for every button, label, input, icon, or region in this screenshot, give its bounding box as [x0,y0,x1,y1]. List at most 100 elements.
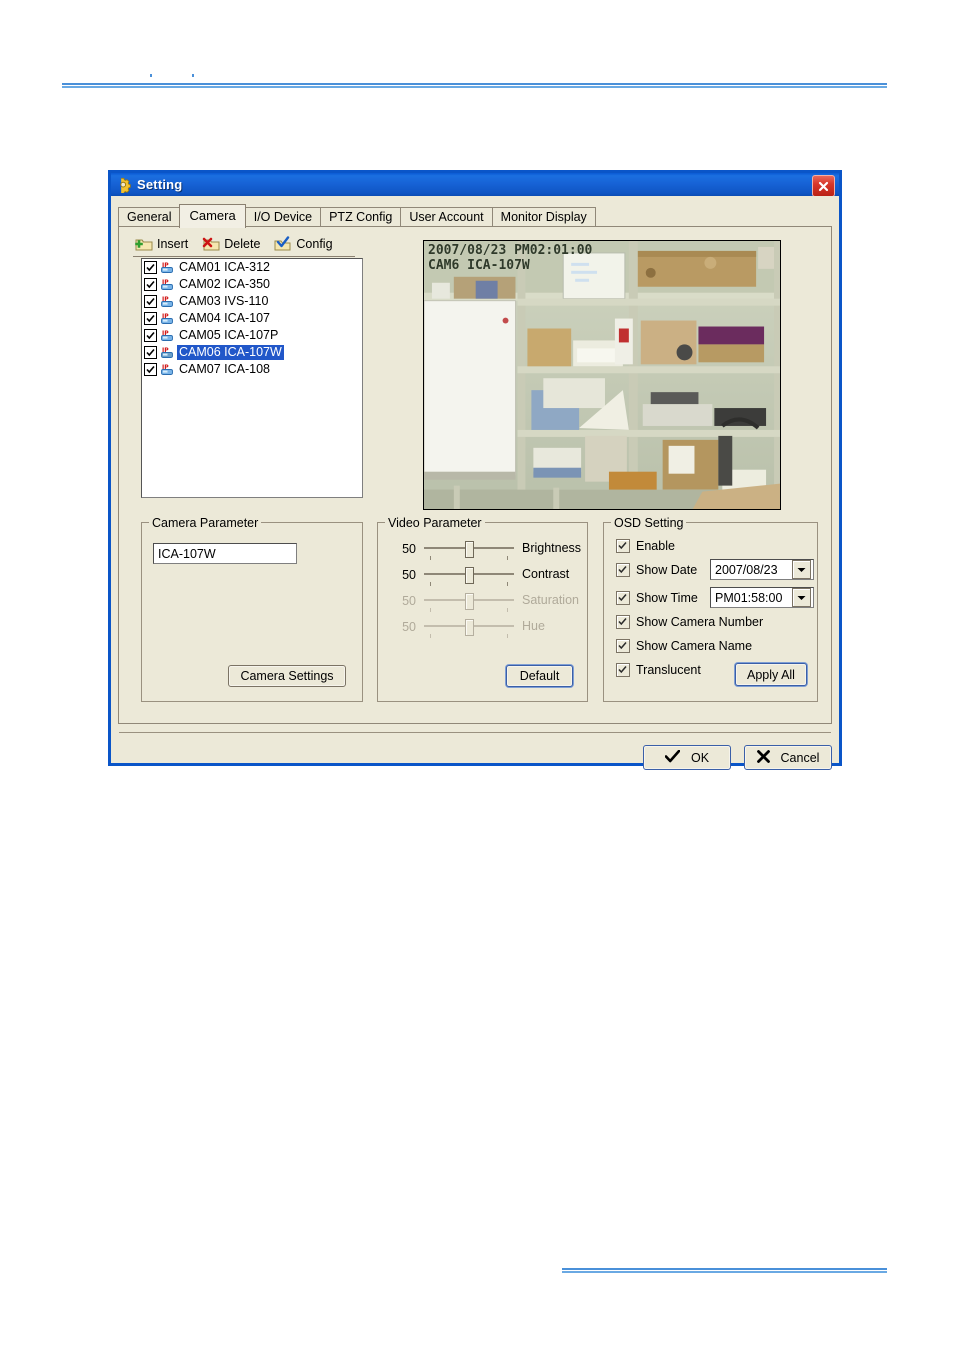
tab-general[interactable]: General [118,207,181,227]
saturation-slider-row: 50 Saturation [378,591,587,617]
hue-slider [424,617,514,639]
insert-button[interactable]: Insert [135,236,188,251]
osd-date-dropdown[interactable]: 2007/08/23 [710,559,814,580]
header-artifact-dot [192,74,194,77]
dialog-titlebar: Setting [108,170,842,197]
brightness-value: 50 [402,542,416,556]
list-item[interactable]: IP CAM05 ICA-107P [142,327,362,344]
osd-date-value: 2007/08/23 [715,562,778,577]
contrast-label: Contrast [522,567,570,581]
footer-separator [119,732,831,733]
ip-camera-icon: IP [160,346,175,359]
brightness-slider-thumb[interactable] [465,541,474,558]
list-item[interactable]: IP CAM01 ICA-312 [142,259,362,276]
list-item-label: CAM07 ICA-108 [179,362,271,376]
brightness-slider-row: 50 Brightness [378,539,587,565]
delete-label: Delete [224,236,261,251]
camera-enable-checkbox[interactable] [144,261,157,274]
camera-enable-checkbox[interactable] [144,312,157,325]
osd-show-date-checkbox[interactable] [616,563,630,577]
list-item-selected[interactable]: IP CAM06 ICA-107W [142,344,362,361]
osd-translucent-row[interactable]: Translucent [616,660,701,680]
hue-label: Hue [522,619,545,633]
camera-enable-checkbox[interactable] [144,363,157,376]
camera-parameter-group: Camera Parameter ICA-107W Camera Setting… [141,516,363,702]
delete-button[interactable]: Delete [202,236,260,251]
tab-camera[interactable]: Camera [179,204,246,228]
tab-strip: General Camera I/O Device PTZ Config Use… [118,204,596,228]
camera-tab-panel: Insert Delete Config IP CAM01 ICA-312 IP… [118,226,832,724]
contrast-slider[interactable] [424,565,514,587]
list-item-label: CAM06 ICA-107W [177,345,284,360]
close-icon[interactable] [812,175,835,197]
insert-icon [135,236,153,251]
chevron-down-icon[interactable] [792,588,811,607]
camera-enable-checkbox[interactable] [144,278,157,291]
osd-show-camera-name-checkbox[interactable] [616,639,630,653]
tab-io-device[interactable]: I/O Device [244,207,322,227]
video-parameter-group: Video Parameter 50 Brightness 50 Contras… [377,516,588,702]
contrast-value: 50 [402,568,416,582]
apply-all-button[interactable]: Apply All [735,663,807,686]
ip-camera-icon: IP [160,363,175,376]
list-item[interactable]: IP CAM07 ICA-108 [142,361,362,378]
camera-settings-button[interactable]: Camera Settings [228,665,346,687]
cross-icon [756,749,770,766]
camera-enable-checkbox[interactable] [144,329,157,342]
camera-parameter-legend: Camera Parameter [149,516,262,530]
ip-camera-icon: IP [160,329,175,342]
osd-show-date-row[interactable]: Show Date [616,560,697,580]
hue-slider-thumb [465,619,474,636]
tab-ptz-config[interactable]: PTZ Config [320,207,402,227]
list-item-label: CAM01 ICA-312 [179,260,271,274]
camera-enable-checkbox[interactable] [144,295,157,308]
contrast-slider-row: 50 Contrast [378,565,587,591]
camera-list[interactable]: IP CAM01 ICA-312 IP CAM02 ICA-350 IP CAM… [141,258,363,498]
osd-show-time-label: Show Time [636,591,698,605]
dialog-title: Setting [137,177,183,192]
ok-button[interactable]: OK [643,745,731,770]
osd-time-dropdown[interactable]: PM01:58:00 [710,587,814,608]
preview-video-frame [424,241,780,509]
cancel-label: Cancel [780,750,820,765]
camera-enable-checkbox[interactable] [144,346,157,359]
cancel-button[interactable]: Cancel [744,745,832,770]
camera-name-input[interactable]: ICA-107W [153,543,297,564]
osd-enable-checkbox[interactable] [616,539,630,553]
osd-translucent-label: Translucent [636,663,701,677]
camera-toolbar: Insert Delete Config [135,236,333,251]
osd-overlay: 2007/08/23 PM02:01:00 CAM6 ICA-107W [428,243,592,273]
header-artifact-dot [150,74,152,77]
tab-monitor-display[interactable]: Monitor Display [491,207,596,227]
saturation-slider-thumb [465,593,474,610]
osd-show-camera-number-checkbox[interactable] [616,615,630,629]
saturation-value: 50 [402,594,416,608]
osd-enable-label: Enable [636,539,675,553]
osd-translucent-checkbox[interactable] [616,663,630,677]
list-item-label: CAM04 ICA-107 [179,311,271,325]
osd-enable-row[interactable]: Enable [616,536,675,556]
list-item[interactable]: IP CAM02 ICA-350 [142,276,362,293]
osd-show-time-checkbox[interactable] [616,591,630,605]
list-item[interactable]: IP CAM04 ICA-107 [142,310,362,327]
default-button[interactable]: Default [506,665,573,687]
saturation-slider [424,591,514,613]
ip-camera-icon: IP [160,312,175,325]
check-icon [664,749,681,766]
hue-value: 50 [402,620,416,634]
contrast-slider-thumb[interactable] [465,567,474,584]
osd-show-camera-name-row[interactable]: Show Camera Name [616,636,752,656]
list-item[interactable]: IP CAM03 IVS-110 [142,293,362,310]
insert-label: Insert [157,236,189,251]
osd-show-camera-number-row[interactable]: Show Camera Number [616,612,763,632]
list-item-label: CAM03 IVS-110 [179,294,269,308]
brightness-slider[interactable] [424,539,514,561]
dialog-body: General Camera I/O Device PTZ Config Use… [111,196,839,770]
osd-setting-legend: OSD Setting [611,516,687,530]
chevron-down-icon[interactable] [792,560,811,579]
osd-show-time-row[interactable]: Show Time [616,588,698,608]
video-parameter-legend: Video Parameter [385,516,485,530]
saturation-label: Saturation [522,593,579,607]
config-button[interactable]: Config [274,236,333,251]
tab-user-account[interactable]: User Account [400,207,493,227]
